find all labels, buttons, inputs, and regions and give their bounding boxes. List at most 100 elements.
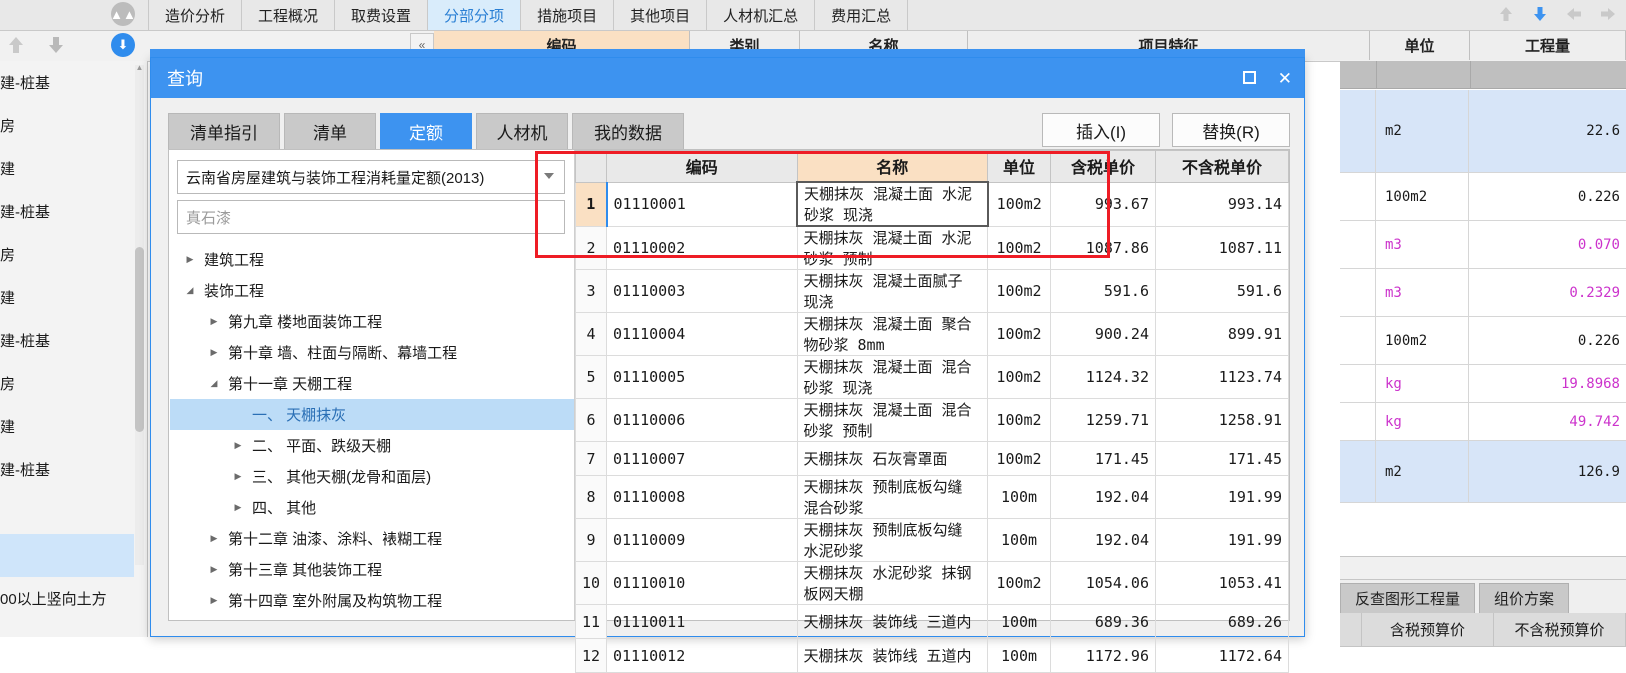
row-index[interactable]: 10 — [575, 561, 607, 605]
app-tab-1[interactable]: 工程概况 — [242, 0, 336, 30]
bg-right-row[interactable]: m2 22.6 — [1340, 90, 1626, 173]
tree-node[interactable]: ▶ 第十二章 油漆、涂料、裱糊工程 — [170, 523, 574, 554]
row-index[interactable]: 8 — [575, 475, 607, 519]
search-input[interactable]: 真石漆 — [177, 200, 565, 234]
name-cell[interactable]: 天棚抹灰 预制底板勾缝 混合砂浆 — [796, 475, 988, 519]
table-row[interactable]: 11 01110011 天棚抹灰 装饰线 三道内 100m 689.36 689.26 — [575, 604, 1289, 639]
scroll-up-icon[interactable]: ▲ — [135, 63, 144, 72]
row-index[interactable]: 6 — [575, 398, 607, 442]
close-icon[interactable]: ✕ — [1278, 70, 1292, 87]
code-cell[interactable]: 01110010 — [606, 561, 798, 605]
table-row[interactable]: 6 01110006 天棚抹灰 混凝土面 混合砂浆 预制 100m2 1259.71 12… — [575, 398, 1289, 442]
triangle-right-icon[interactable]: ▶ — [182, 254, 198, 265]
taxed-price-cell[interactable]: 689.36 — [1050, 604, 1156, 639]
sidebar-scroll-thumb[interactable] — [135, 247, 144, 432]
code-cell[interactable]: 01110012 — [606, 638, 798, 673]
name-cell[interactable]: 天棚抹灰 装饰线 三道内 — [796, 604, 988, 639]
unit-cell[interactable]: 100m2 — [987, 355, 1051, 399]
unit-cell[interactable]: 100m — [987, 638, 1051, 673]
column-header-5[interactable]: 不含税单价 — [1155, 150, 1289, 183]
table-row[interactable]: 4 01110004 天棚抹灰 混凝土面 聚合物砂浆 8mm 100m2 900.24 8… — [575, 312, 1289, 356]
sidebar-row[interactable]: 建-桩基 — [0, 448, 134, 491]
tree-node[interactable]: ▶第十四章 常用定型图部分补充综合定额 — [170, 616, 574, 619]
table-row[interactable]: 9 01110009 天棚抹灰 预制底板勾缝 水泥砂浆 100m 192.04 191.9… — [575, 518, 1289, 562]
row-index[interactable]: 9 — [575, 518, 607, 562]
row-index[interactable]: 5 — [575, 355, 607, 399]
bg-right-row[interactable]: m3 0.070 — [1340, 221, 1626, 269]
taxed-price-cell[interactable]: 171.45 — [1050, 441, 1156, 476]
app-tab-0[interactable]: 造价分析 — [148, 0, 243, 30]
taxed-price-cell[interactable]: 192.04 — [1050, 518, 1156, 562]
untaxed-price-cell[interactable]: 1258.91 — [1155, 398, 1289, 442]
tree-node[interactable]: ▶ 三、 其他天棚(龙骨和面层) — [170, 461, 574, 492]
nav-arrow-left-icon[interactable] — [1564, 4, 1584, 24]
untaxed-price-cell[interactable]: 1123.74 — [1155, 355, 1289, 399]
sidebar-row[interactable]: 00以上竖向土方 — [0, 577, 134, 620]
tree-node[interactable]: ▶ 二、 平面、跌级天棚 — [170, 430, 574, 461]
code-cell[interactable]: 01110005 — [606, 355, 798, 399]
dialog-tab-3[interactable]: 人材机 — [476, 113, 568, 149]
sidebar-row[interactable]: 建 — [0, 276, 134, 319]
bg-column-header-4[interactable]: 单位 — [1370, 31, 1470, 60]
maximize-icon[interactable] — [1242, 70, 1256, 87]
sidebar-row[interactable]: 房 — [0, 104, 134, 147]
untaxed-price-cell[interactable]: 591.6 — [1155, 269, 1289, 313]
bottom-tabstrip[interactable]: 反查图形工程量 组价方案 — [1340, 580, 1626, 613]
tree-node[interactable]: ▶ 建筑工程 — [170, 244, 574, 275]
name-cell[interactable]: 天棚抹灰 混凝土面 混合砂浆 现浇 — [796, 355, 988, 399]
code-cell[interactable]: 01110011 — [606, 604, 798, 639]
sidebar-row[interactable]: 建-桩基 — [0, 190, 134, 233]
untaxed-price-cell[interactable]: 1053.41 — [1155, 561, 1289, 605]
untaxed-price-cell[interactable]: 993.14 — [1155, 181, 1289, 227]
tree-node[interactable]: 一、 天棚抹灰 — [170, 399, 574, 430]
sidebar-row[interactable]: 建-桩基 — [0, 61, 134, 104]
tree-node[interactable]: ▶ 第十四章 室外附属及构筑物工程 — [170, 585, 574, 616]
untaxed-price-cell[interactable]: 899.91 — [1155, 312, 1289, 356]
dialog-button-0[interactable]: 插入(I) — [1042, 113, 1160, 147]
taxed-price-cell[interactable]: 192.04 — [1050, 475, 1156, 519]
triangle-down-icon[interactable]: ◢ — [182, 285, 198, 296]
untaxed-price-cell[interactable]: 171.45 — [1155, 441, 1289, 476]
bg-right-row[interactable]: m2 126.9 — [1340, 441, 1626, 503]
table-row[interactable]: 3 01110003 天棚抹灰 混凝土面腻子 现浇 100m2 591.6 591.6 — [575, 269, 1289, 313]
app-tab-5[interactable]: 其他项目 — [614, 0, 708, 30]
table-row[interactable]: 10 01110010 天棚抹灰 水泥砂浆 抹钢板网天棚 100m2 1054.06 10… — [575, 561, 1289, 605]
sidebar-scrollbar[interactable]: ▲ — [135, 63, 144, 565]
app-tab-3[interactable]: 分部分项 — [428, 0, 522, 30]
sidebar-row[interactable]: 建-桩基 — [0, 319, 134, 362]
tree-node[interactable]: ▶ 第十章 墙、柱面与隔断、幕墙工程 — [170, 337, 574, 368]
sidebar-row[interactable] — [0, 534, 134, 577]
catalog-tree[interactable]: ▶ 建筑工程 ◢ 装饰工程 ▶ 第九章 楼地面装饰工程 ▶ 第十章 墙、柱面与隔断、幕墙工程 ◢… — [170, 244, 574, 619]
tree-node[interactable]: ▶ 第九章 楼地面装饰工程 — [170, 306, 574, 337]
triangle-right-icon[interactable]: ▶ — [206, 595, 222, 606]
bottom-subheader-cell[interactable]: 不含税预算价 — [1494, 613, 1626, 647]
unit-cell[interactable]: 100m2 — [987, 398, 1051, 442]
dialog-tab-0[interactable]: 清单指引 — [168, 113, 280, 149]
library-select[interactable]: 云南省房屋建筑与装饰工程消耗量定额(2013) — [177, 160, 565, 194]
app-tabstrip[interactable]: 造价分析 工程概况 取费设置 分部分项 措施项目 其他项目 人材机汇总 费用汇总 — [148, 0, 909, 30]
triangle-right-icon[interactable]: ▶ — [206, 564, 222, 575]
triangle-right-icon[interactable]: ▶ — [206, 533, 222, 544]
chevron-double-up-icon[interactable]: ▲▲ — [110, 2, 136, 26]
name-cell[interactable]: 天棚抹灰 水泥砂浆 抹钢板网天棚 — [796, 561, 988, 605]
code-cell[interactable]: 01110004 — [606, 312, 798, 356]
tree-node[interactable]: ▶ 四、 其他 — [170, 492, 574, 523]
dialog-action-buttons[interactable]: 插入(I) 替换(R) — [1042, 113, 1290, 147]
row-index[interactable]: 12 — [575, 638, 607, 673]
table-row[interactable]: 7 01110007 天棚抹灰 石灰膏罩面 100m2 171.45 171.45 — [575, 441, 1289, 476]
dialog-tabstrip[interactable]: 清单指引 清单 定额 人材机 我的数据 — [168, 113, 688, 149]
taxed-price-cell[interactable]: 1054.06 — [1050, 561, 1156, 605]
dialog-button-1[interactable]: 替换(R) — [1172, 113, 1290, 147]
taxed-price-cell[interactable]: 1124.32 — [1050, 355, 1156, 399]
nav-arrow-down-icon[interactable] — [1530, 4, 1550, 24]
row-index[interactable]: 11 — [575, 604, 607, 639]
bg-right-row[interactable]: kg 19.8968 — [1340, 365, 1626, 403]
unit-cell[interactable]: 100m2 — [987, 441, 1051, 476]
arrow-down-icon[interactable] — [46, 35, 66, 55]
bg-right-row[interactable]: m3 0.2329 — [1340, 269, 1626, 317]
bg-right-row[interactable]: 100m2 0.226 — [1340, 317, 1626, 365]
dialog-tab-1[interactable]: 清单 — [284, 113, 376, 149]
table-row[interactable]: 5 01110005 天棚抹灰 混凝土面 混合砂浆 现浇 100m2 1124.32 11… — [575, 355, 1289, 399]
triangle-right-icon[interactable]: ▶ — [230, 440, 246, 451]
untaxed-price-cell[interactable]: 191.99 — [1155, 518, 1289, 562]
